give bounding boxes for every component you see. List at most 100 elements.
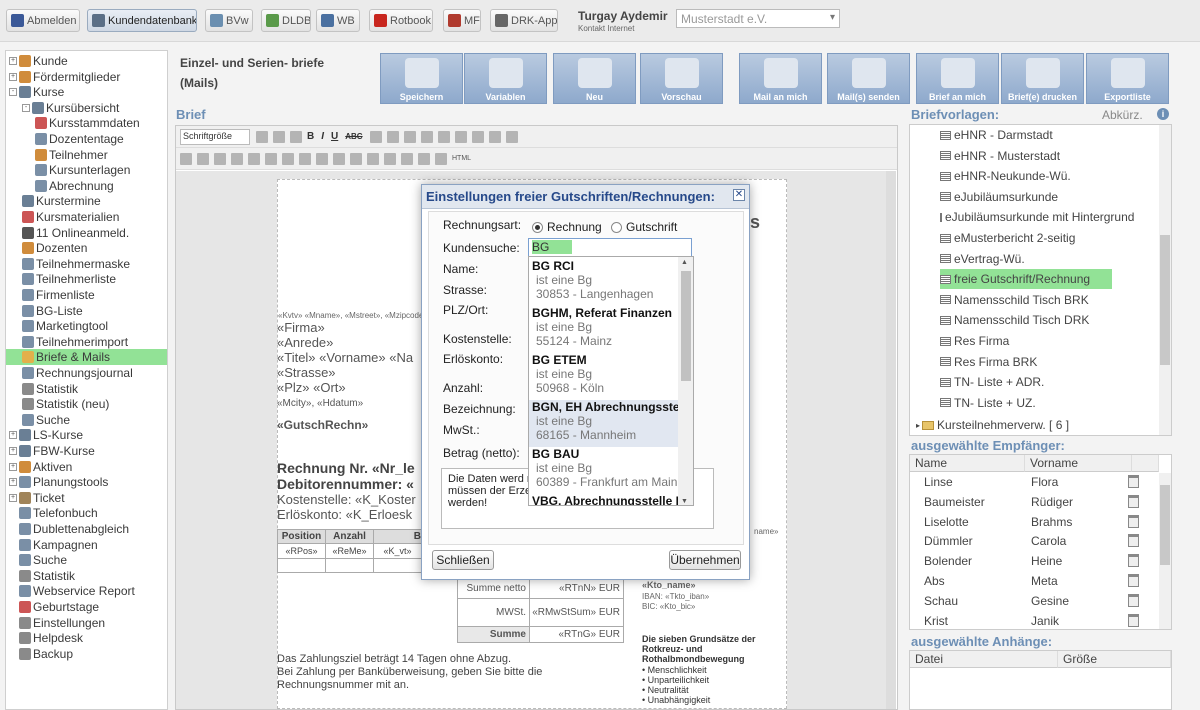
recipient-row[interactable]: Schau Gesine: [910, 591, 1158, 611]
recipient-row[interactable]: Baumeister Rüdiger: [910, 492, 1158, 512]
find-icon[interactable]: [265, 152, 277, 165]
underline-button[interactable]: U: [331, 131, 338, 142]
nav-item-suche[interactable]: Suche: [6, 552, 167, 568]
expand-icon[interactable]: +: [9, 57, 17, 65]
trash-icon[interactable]: [1128, 613, 1139, 627]
nav-item-kurstermine[interactable]: Kurstermine: [6, 193, 167, 209]
trash-icon[interactable]: [1128, 514, 1139, 528]
ribbon-variablen-button[interactable]: Variablen: [464, 53, 547, 104]
close-icon[interactable]: ✕: [733, 189, 745, 201]
align-justify-icon[interactable]: [454, 130, 467, 143]
indent-icon[interactable]: [471, 130, 484, 143]
paste-word-icon[interactable]: [248, 152, 260, 165]
results-scroll-thumb[interactable]: [681, 271, 691, 381]
nav-item-dublettenabgleich[interactable]: Dublettenabgleich: [6, 521, 167, 537]
align-left-icon[interactable]: [403, 130, 416, 143]
topbar-button-bvw[interactable]: BVw: [205, 9, 253, 32]
nav-item-aktiven[interactable]: + Aktiven: [6, 459, 167, 475]
trash-icon[interactable]: [1128, 475, 1139, 488]
template-scroll-thumb[interactable]: [1160, 235, 1170, 365]
bold-button[interactable]: B: [307, 131, 314, 142]
highlight-color-icon[interactable]: [386, 130, 399, 143]
special-char-icon[interactable]: [435, 152, 447, 165]
info-icon[interactable]: i: [1157, 108, 1169, 120]
italic-button[interactable]: I: [321, 131, 324, 142]
nav-item-kursmaterialien[interactable]: Kursmaterialien: [6, 209, 167, 225]
number-list-icon[interactable]: [316, 152, 328, 165]
template-item[interactable]: TN- Liste + UZ.: [940, 393, 1112, 413]
ribbon-brief-an-mich-button[interactable]: Brief an mich: [916, 53, 999, 104]
search-result-item[interactable]: BGN, EH Abrechnungsste ist eine Bg 68165 -…: [529, 400, 679, 447]
search-result-item[interactable]: BG BAU ist eine Bg 60389 - Frankfurt am Ma…: [529, 447, 679, 494]
template-item[interactable]: eHNR - Darmstadt: [940, 125, 1112, 145]
organization-select[interactable]: Musterstadt e.V.: [676, 9, 840, 28]
trash-icon[interactable]: [1128, 494, 1139, 508]
trash-icon[interactable]: [1128, 574, 1139, 587]
nav-item-teilnehmermaske[interactable]: Teilnehmermaske: [6, 256, 167, 272]
topbar-button-dldb[interactable]: DLDB: [261, 9, 311, 32]
recipients-scrollbar[interactable]: [1159, 473, 1171, 629]
trash-icon[interactable]: [1128, 593, 1139, 607]
nav-item-kurse[interactable]: - Kurse: [6, 84, 167, 100]
template-item[interactable]: eHNR - Musterstadt: [940, 146, 1112, 166]
expand-icon[interactable]: +: [9, 493, 17, 502]
attachments-col-file[interactable]: Datei: [910, 651, 1058, 668]
ribbon-exportliste-button[interactable]: Exportliste: [1086, 53, 1169, 104]
bullet-list-icon[interactable]: [299, 152, 311, 165]
cut-icon[interactable]: [180, 152, 192, 165]
nav-item-ticket[interactable]: + Ticket: [6, 490, 167, 506]
nav-item-geburtstage[interactable]: Geburtstage: [6, 599, 167, 615]
nav-item-11-onlineanmeld-[interactable]: 11 Onlineanmeld.: [6, 225, 167, 241]
font-size-select[interactable]: Schriftgröße: [180, 128, 250, 145]
template-item[interactable]: Namensschild Tisch DRK: [940, 310, 1112, 330]
ribbon-mail-s-senden-button[interactable]: Mail(s) senden: [827, 53, 910, 104]
search-result-item[interactable]: BG ETEM ist eine Bg 50968 - Köln: [529, 353, 679, 400]
nav-item-teilnehmerimport[interactable]: Teilnehmerimport: [6, 334, 167, 350]
apply-button[interactable]: Übernehmen: [669, 550, 741, 570]
collapse-icon[interactable]: -: [22, 103, 30, 112]
customer-search-input[interactable]: BG: [528, 238, 692, 257]
nav-item-suche[interactable]: Suche: [6, 412, 167, 428]
nav-item-planungstools[interactable]: + Planungstools: [6, 474, 167, 490]
nav-item-rechnungsjournal[interactable]: Rechnungsjournal: [6, 365, 167, 381]
template-item[interactable]: eJubiläumsurkunde mit Hintergrund: [940, 207, 1134, 227]
topbar-button-mf[interactable]: MF: [443, 9, 481, 32]
collapse-icon[interactable]: -: [9, 88, 17, 97]
template-item[interactable]: Res Firma: [940, 331, 1112, 351]
expand-icon[interactable]: +: [9, 431, 17, 440]
ribbon-vorschau-button[interactable]: Vorschau: [640, 53, 723, 104]
expand-icon[interactable]: +: [9, 447, 17, 455]
recipient-row[interactable]: Linse Flora: [910, 472, 1158, 492]
ribbon-speichern-button[interactable]: Speichern: [380, 53, 463, 104]
topbar-button-rotbook[interactable]: Rotbook: [369, 9, 433, 32]
scroll-up-icon[interactable]: ▲: [681, 259, 688, 266]
row-icon[interactable]: [350, 152, 362, 165]
close-button[interactable]: Schließen: [432, 550, 494, 570]
nav-item-fördermitglieder[interactable]: + Fördermitglieder: [6, 69, 167, 85]
undo-icon[interactable]: [256, 130, 268, 143]
nav-item-marketingtool[interactable]: Marketingtool: [6, 318, 167, 334]
nav-item-kursunterlagen[interactable]: Kursunterlagen: [6, 162, 167, 178]
nav-item-webservice-report[interactable]: Webservice Report: [6, 583, 167, 599]
results-scrollbar[interactable]: ▲ ▼: [678, 257, 693, 505]
nav-item-kursstammdaten[interactable]: Kursstammdaten: [6, 115, 167, 131]
redo-icon[interactable]: [273, 130, 285, 143]
table-icon[interactable]: [333, 152, 345, 165]
recipient-row[interactable]: Krist Janik: [910, 611, 1158, 629]
nav-item-helpdesk[interactable]: Helpdesk: [6, 630, 167, 646]
nav-item-bg-liste[interactable]: BG-Liste: [6, 303, 167, 319]
html-source-button[interactable]: HTML: [452, 155, 471, 162]
trash-icon[interactable]: [1128, 554, 1139, 568]
scroll-down-icon[interactable]: ▼: [681, 498, 688, 505]
search-result-item[interactable]: BGHM, Referat Finanzen ist eine Bg 55124 -…: [529, 306, 679, 353]
radio-gutschrift[interactable]: Gutschrift: [611, 220, 677, 234]
nav-item-kampagnen[interactable]: Kampagnen: [6, 537, 167, 553]
topbar-button-kundendatenbank[interactable]: Kundendatenbank: [87, 9, 197, 32]
expand-icon[interactable]: +: [9, 478, 17, 487]
template-list-scrollbar[interactable]: [1159, 125, 1171, 435]
template-item[interactable]: Res Firma BRK: [940, 352, 1112, 372]
nav-item-dozenten[interactable]: Dozenten: [6, 240, 167, 256]
hr-icon[interactable]: [418, 152, 430, 165]
topbar-button-wb[interactable]: WB: [316, 9, 360, 32]
radio-rechnung[interactable]: Rechnung: [532, 220, 602, 234]
